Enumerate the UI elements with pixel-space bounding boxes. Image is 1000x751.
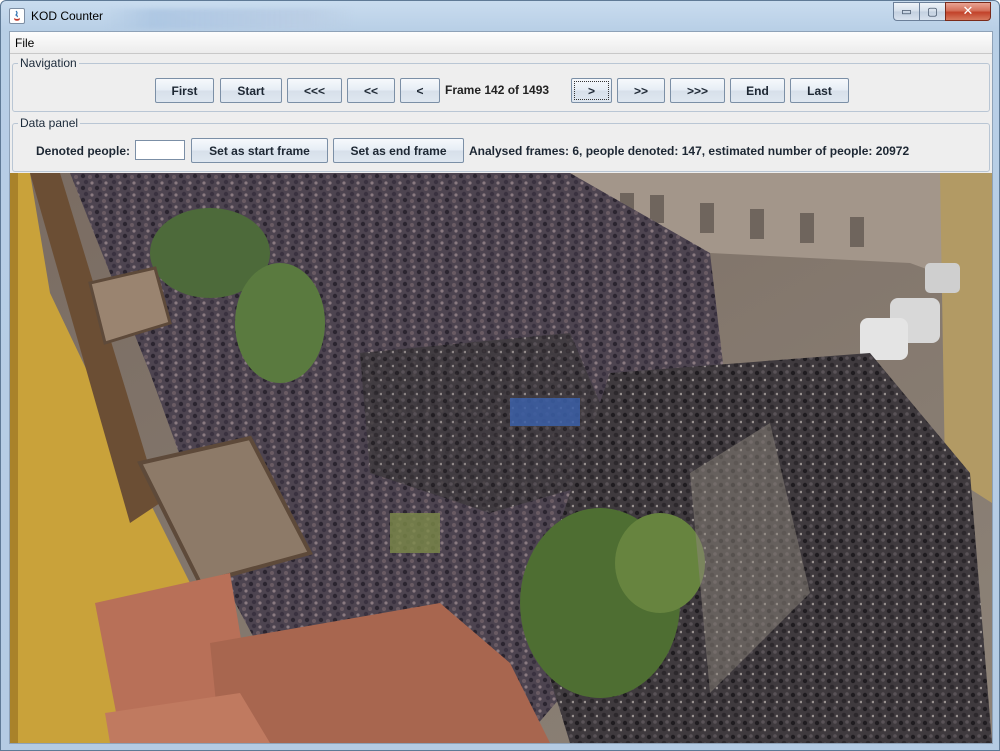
minimize-icon: ▭ (901, 5, 912, 18)
navigation-title: Navigation (18, 56, 79, 70)
back-large-button[interactable]: <<< (287, 78, 342, 103)
window-title: KOD Counter (31, 9, 104, 23)
window-controls: ▭ ▢ ✕ (893, 2, 991, 22)
first-button[interactable]: First (155, 78, 214, 103)
denoted-people-input[interactable] (135, 140, 185, 160)
close-icon: ✕ (962, 4, 974, 19)
close-button[interactable]: ✕ (945, 2, 991, 21)
forward-medium-button[interactable]: >> (617, 78, 665, 103)
app-window: KOD Counter ▭ ▢ ✕ File Navigation First … (0, 0, 1000, 751)
client-area: File Navigation First Start <<< << < Fra… (9, 31, 993, 744)
menu-bar: File (10, 32, 992, 54)
back-medium-button[interactable]: << (347, 78, 395, 103)
frame-status: Frame 142 of 1493 (445, 83, 550, 97)
title-bar[interactable]: KOD Counter ▭ ▢ ✕ (1, 1, 999, 31)
crowd-video-image (10, 173, 992, 743)
minimize-button[interactable]: ▭ (893, 2, 919, 21)
forward-small-button[interactable]: > (571, 78, 612, 103)
data-panel-title: Data panel (18, 116, 81, 130)
maximize-icon: ▢ (927, 5, 938, 18)
end-button[interactable]: End (730, 78, 785, 103)
last-button[interactable]: Last (790, 78, 849, 103)
set-end-frame-button[interactable]: Set as end frame (333, 138, 464, 163)
java-app-icon (9, 8, 25, 24)
data-panel: Data panel Denoted people: Set as start … (12, 116, 990, 172)
back-small-button[interactable]: < (400, 78, 440, 103)
forward-large-button[interactable]: >>> (670, 78, 725, 103)
blurred-title-region (105, 9, 355, 29)
menu-file[interactable]: File (15, 36, 34, 50)
navigation-panel: Navigation First Start <<< << < Frame 14… (12, 56, 990, 112)
set-start-frame-button[interactable]: Set as start frame (191, 138, 328, 163)
analysis-summary: Analysed frames: 6, people denoted: 147,… (469, 144, 910, 158)
start-button[interactable]: Start (220, 78, 282, 103)
denoted-people-label: Denoted people: (36, 144, 131, 158)
video-frame[interactable] (10, 173, 992, 743)
maximize-button[interactable]: ▢ (919, 2, 945, 21)
